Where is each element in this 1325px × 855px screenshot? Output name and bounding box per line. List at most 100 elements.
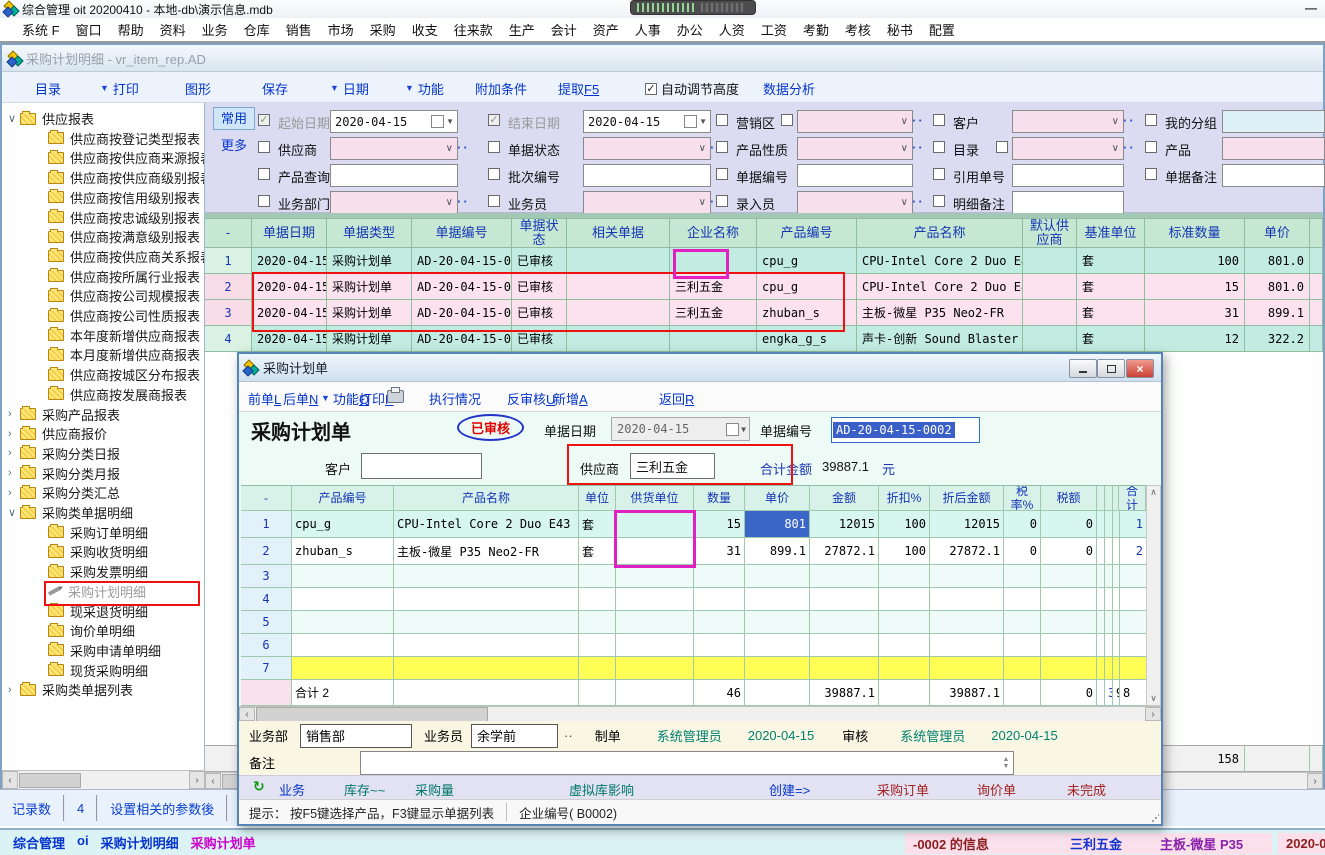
filter-lookup-dots-营销区[interactable]: ·· — [912, 113, 925, 128]
cell[interactable]: 31 — [1145, 300, 1245, 326]
doc-no-field[interactable]: AD-20-04-15-0002 — [831, 417, 980, 443]
dialog-cell[interactable] — [616, 511, 694, 538]
cell[interactable]: AD-20-04-15-0003 — [412, 326, 512, 352]
filter-field-业务部门[interactable]: ∨ — [330, 191, 458, 214]
dialog-cell[interactable] — [1041, 657, 1097, 680]
cell[interactable]: 三利五金 — [670, 274, 757, 300]
sidebar-item-供应商按登记类型报表[interactable]: 供应商按登记类型报表 — [48, 129, 200, 148]
dialog-cell[interactable] — [394, 588, 579, 611]
dialog-column-header-税额[interactable]: 税额 — [1041, 485, 1097, 511]
cell[interactable]: 套 — [1077, 300, 1145, 326]
filter-field-目录[interactable]: ∨ — [1012, 137, 1124, 160]
tree-collapsed-arrow-icon[interactable]: › — [8, 447, 20, 459]
menu-item-系统 F[interactable]: 系统 F — [14, 20, 68, 39]
dialog-table-row[interactable]: 7 — [241, 657, 1146, 680]
chevron-down-icon[interactable]: ∨ — [901, 116, 912, 127]
dialog-cell[interactable] — [1113, 611, 1120, 634]
dialog-cell[interactable] — [579, 588, 616, 611]
dialog-column-header-数量[interactable]: 数量 — [694, 485, 745, 511]
dialog-cell[interactable] — [1097, 634, 1105, 657]
dialog-toolbar-item-后单[interactable]: 后单N — [283, 389, 318, 408]
cell[interactable]: AD-20-04-15-0002 — [412, 300, 512, 326]
menu-item-人资[interactable]: 人资 — [711, 20, 753, 39]
cell[interactable] — [1310, 326, 1323, 352]
sidebar-item-本月度新增供应商报表[interactable]: 本月度新增供应商报表 — [48, 345, 200, 364]
filter-field-单据状态[interactable]: ∨ — [583, 137, 711, 160]
menu-item-采购[interactable]: 采购 — [362, 20, 404, 39]
scroll-left-arrow-icon[interactable]: ‹ — [205, 773, 221, 789]
dialog-cell[interactable]: 27872.1 — [810, 538, 879, 565]
dialog-cell[interactable] — [810, 634, 879, 657]
dialog-cell[interactable]: zhuban_s — [292, 538, 394, 565]
dialog-cell[interactable] — [879, 588, 930, 611]
cell[interactable]: 套 — [1077, 326, 1145, 352]
dialog-cell[interactable] — [292, 657, 394, 680]
dialog-cell[interactable] — [1105, 657, 1113, 680]
dialog-cell[interactable]: 0 — [1041, 538, 1097, 565]
filter-extra-checkbox-营销区[interactable] — [781, 114, 793, 126]
sidebar-item-供应商按忠诚级别报表[interactable]: 供应商按忠诚级别报表 — [48, 208, 200, 227]
dialog-cell[interactable] — [879, 657, 930, 680]
menu-item-收支[interactable]: 收支 — [404, 20, 446, 39]
dialog-cell[interactable] — [930, 657, 1004, 680]
tree-expanded-arrow-icon[interactable]: ∨ — [8, 506, 20, 519]
minimize-button[interactable]: — — [1305, 1, 1317, 15]
cell[interactable]: 采购计划单 — [327, 326, 412, 352]
cell[interactable] — [1023, 274, 1077, 300]
dialog-table-row[interactable]: 1cpu_gCPU-Intel Core 2 Duo E43套158011201… — [241, 511, 1146, 538]
sidebar-item-现采退货明细[interactable]: 现采退货明细 — [48, 602, 148, 621]
menu-item-仓库[interactable]: 仓库 — [236, 20, 278, 39]
cell[interactable]: 三利五金 — [670, 300, 757, 326]
dialog-table-row[interactable]: 3 — [241, 565, 1146, 588]
dialog-column-header-折扣%[interactable]: 折扣% — [879, 485, 930, 511]
filter-tab-more[interactable]: 更多 — [221, 135, 247, 154]
filter-lookup-dots-业务部门[interactable]: ·· — [457, 194, 470, 209]
sidebar-item-供应商按发展商报表[interactable]: 供应商按发展商报表 — [48, 385, 187, 404]
table-row[interactable]: 22020-04-15采购计划单AD-20-04-15-0002已审核三利五金c… — [205, 274, 1323, 300]
calendar-icon[interactable]: ▼ — [726, 423, 749, 436]
filter-checkbox-单据状态[interactable] — [488, 141, 500, 153]
action-采购订单[interactable]: 采购订单 — [877, 780, 929, 799]
sidebar-item-采购发票明细[interactable]: 采购发票明细 — [48, 562, 148, 581]
checkbox-checked-icon[interactable]: ✓ — [645, 83, 657, 95]
row-number-cell[interactable]: 2 — [205, 274, 252, 300]
filter-checkbox-引用单号[interactable] — [933, 168, 945, 180]
cell[interactable] — [1023, 248, 1077, 274]
row-number-cell[interactable]: 1 — [205, 248, 252, 274]
tree-expanded-arrow-icon[interactable]: ∨ — [8, 112, 20, 125]
filter-checkbox-明细备注[interactable] — [933, 195, 945, 207]
cell[interactable]: 套 — [1077, 248, 1145, 274]
chevron-down-icon[interactable]: ∨ — [699, 197, 710, 208]
menu-item-考核[interactable]: 考核 — [837, 20, 879, 39]
dialog-cell[interactable] — [579, 634, 616, 657]
action-未完成[interactable]: 未完成 — [1067, 780, 1106, 799]
sidebar-item-现货采购明细[interactable]: 现货采购明细 — [48, 661, 148, 680]
cell[interactable] — [1310, 248, 1323, 274]
row-number-cell[interactable]: 4 — [205, 326, 252, 352]
dialog-column-header-单价[interactable]: 单价 — [745, 485, 810, 511]
filter-lookup-dots-录入员[interactable]: ·· — [912, 194, 925, 209]
scroll-right-arrow-icon[interactable]: › — [1307, 773, 1323, 789]
column-header-单价[interactable]: 单价 — [1245, 218, 1310, 248]
filter-checkbox-客户[interactable] — [933, 114, 945, 126]
sidebar-item-供应商按供应商关系报表[interactable]: 供应商按供应商关系报表 — [48, 247, 205, 266]
cell[interactable]: 声卡-创新 Sound Blaster A — [857, 326, 1023, 352]
filter-checkbox-目录[interactable] — [933, 141, 945, 153]
filter-field-产品查询[interactable] — [330, 164, 458, 187]
cell[interactable]: AD-20-04-15-0001 — [412, 248, 512, 274]
dialog-cell[interactable]: 899.1 — [745, 538, 810, 565]
filter-field-营销区[interactable]: ∨ — [797, 110, 913, 133]
scroll-left-arrow-icon[interactable]: ‹ — [239, 707, 255, 721]
dialog-cell[interactable]: 100 — [879, 538, 930, 565]
menu-item-工资[interactable]: 工资 — [753, 20, 795, 39]
dialog-cell[interactable] — [394, 565, 579, 588]
dialog-cell[interactable] — [394, 657, 579, 680]
cell[interactable] — [1310, 274, 1323, 300]
dialog-cell[interactable] — [1105, 511, 1113, 538]
dialog-cell[interactable] — [616, 611, 694, 634]
dialog-column-header-供货单位[interactable]: 供货单位 — [616, 485, 694, 511]
filter-checkbox-产品性质[interactable] — [716, 141, 728, 153]
cell[interactable] — [1023, 300, 1077, 326]
dialog-cell[interactable] — [394, 611, 579, 634]
dialog-cell[interactable] — [292, 565, 394, 588]
